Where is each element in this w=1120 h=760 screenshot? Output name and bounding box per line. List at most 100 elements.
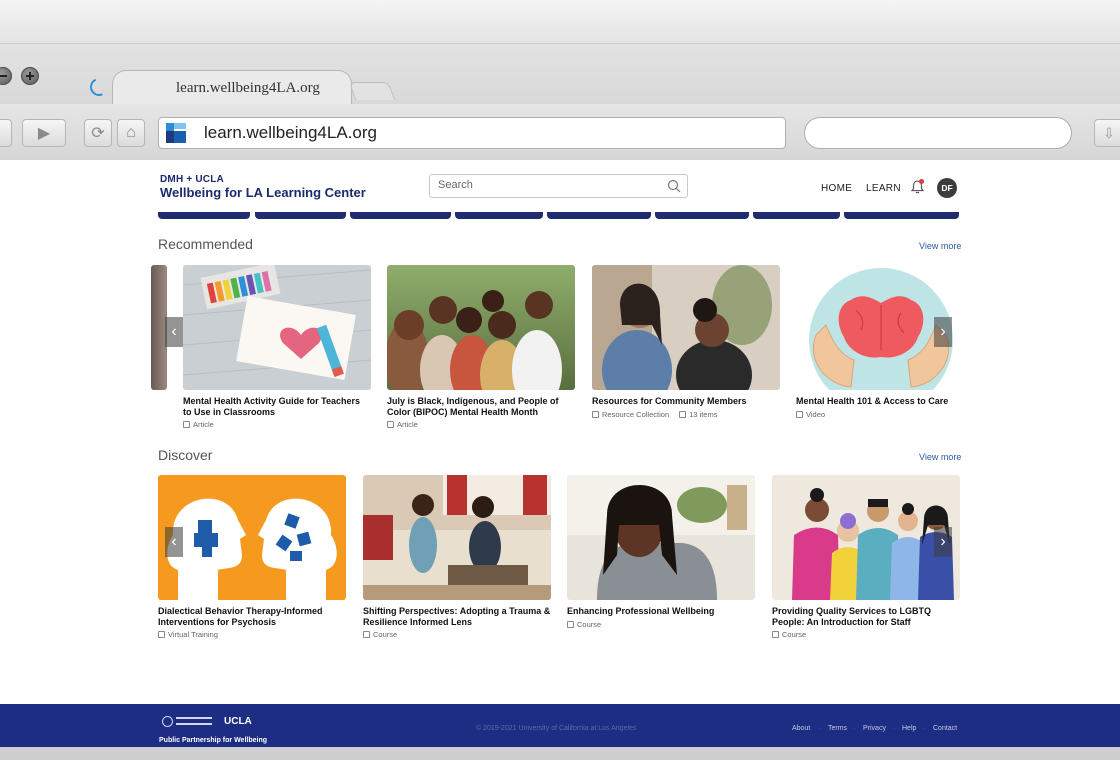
card-type: Video — [806, 409, 826, 419]
footer-tagline: Public Partnership for Wellbeing — [159, 737, 267, 744]
brand-logo[interactable]: Wellbeing for LA Learning Center — [160, 185, 366, 200]
resource-card[interactable]: Enhancing Professional Wellbeing Course — [567, 475, 755, 629]
card-type: Course — [782, 630, 807, 639]
category-tab[interactable] — [158, 212, 250, 219]
home-icon: ⌂ — [126, 124, 136, 141]
download-button[interactable]: ⇩ — [1094, 119, 1120, 147]
new-tab-button[interactable] — [348, 82, 396, 100]
play-forward-icon: ▶ — [37, 125, 51, 142]
card-meta: Article — [183, 420, 371, 429]
user-avatar[interactable]: DF — [937, 178, 957, 198]
browser-bottom-edge — [0, 747, 1120, 760]
card-items-count: 13 items — [689, 409, 718, 419]
footer-separator: · — [819, 725, 822, 732]
category-tab[interactable] — [753, 212, 840, 219]
card-meta: Video — [796, 410, 966, 419]
recommended-view-more-link[interactable]: View more — [919, 241, 961, 251]
footer-link-terms[interactable]: Terms — [828, 725, 847, 732]
card-title: Shifting Perspectives: Adopting a Trauma… — [363, 606, 551, 627]
footer-link-privacy[interactable]: Privacy — [863, 725, 886, 732]
footer-link-contact[interactable]: Contact — [933, 725, 957, 732]
collection-icon — [592, 410, 599, 418]
discover-prev-button[interactable]: ‹ — [165, 527, 183, 557]
article-icon — [387, 421, 394, 428]
resource-card[interactable]: Dialectical Behavior Therapy-Informed In… — [158, 475, 346, 639]
card-meta: Course — [567, 620, 755, 629]
recommended-heading: Recommended — [158, 236, 253, 252]
resource-card[interactable]: Resources for Community Members Resource… — [592, 265, 780, 419]
category-tab[interactable] — [655, 212, 749, 219]
home-button[interactable]: ⌂ — [117, 119, 145, 147]
resource-card[interactable]: July is Black, Indigenous, and People of… — [387, 265, 575, 429]
footer-copyright: © 2019-2021 University of California at … — [476, 725, 637, 732]
reload-icon: ⟳ — [91, 125, 105, 142]
discover-heading: Discover — [158, 447, 213, 463]
article-icon — [183, 421, 190, 428]
card-image — [387, 265, 575, 390]
dmh-logo[interactable] — [162, 714, 214, 728]
category-tab[interactable] — [455, 212, 543, 219]
card-type: Virtual Training — [168, 630, 218, 639]
category-tab[interactable] — [547, 212, 651, 219]
discover-next-button[interactable]: › — [934, 527, 952, 557]
course-icon — [772, 631, 779, 638]
card-title: Enhancing Professional Wellbeing — [567, 606, 715, 616]
site-search — [429, 174, 688, 198]
carousel-prev-button[interactable]: ‹ — [165, 317, 183, 347]
resource-card[interactable]: Providing Quality Services to LGBTQ Peop… — [772, 475, 960, 639]
brand-subtitle: DMH + UCLA — [160, 174, 224, 185]
card-image — [567, 475, 755, 600]
carousel-next-button[interactable]: › — [934, 317, 952, 347]
card-title: Dialectical Behavior Therapy-Informed In… — [158, 606, 323, 627]
footer-separator: · — [923, 725, 926, 732]
card-type: Course — [373, 630, 398, 639]
reload-button[interactable]: ⟳ — [84, 119, 112, 147]
category-tab[interactable] — [844, 212, 959, 219]
card-meta: Virtual Training — [158, 630, 346, 639]
nav-learn-link[interactable]: LEARN — [866, 183, 901, 194]
category-tab[interactable] — [255, 212, 346, 219]
resource-card[interactable]: Shifting Perspectives: Adopting a Trauma… — [363, 475, 551, 639]
card-type: Course — [577, 619, 602, 629]
card-image — [772, 475, 960, 600]
card-type: Resource Collection — [602, 409, 670, 419]
card-meta: Course — [363, 630, 551, 639]
card-title: Mental Health Activity Guide for Teacher… — [183, 396, 361, 417]
back-button[interactable] — [0, 119, 12, 147]
items-grid-icon — [679, 410, 687, 418]
card-title: Resources for Community Members — [592, 396, 747, 406]
virtual-training-icon — [158, 631, 165, 638]
footer-link-help[interactable]: Help — [902, 725, 916, 732]
course-icon — [363, 631, 370, 638]
url-text: learn.wellbeing4LA.org — [204, 123, 377, 142]
discover-view-more-link[interactable]: View more — [919, 452, 961, 462]
browser-search-field[interactable] — [804, 117, 1072, 149]
ucla-logo[interactable]: UCLA — [224, 716, 252, 727]
nav-home-link[interactable]: HOME — [821, 183, 852, 194]
maximize-window-button[interactable] — [21, 67, 39, 85]
dmh-wordmark-icon — [176, 717, 212, 725]
video-icon — [796, 410, 803, 418]
card-image — [363, 475, 551, 600]
county-seal-icon — [162, 715, 173, 727]
category-tab[interactable] — [350, 212, 451, 219]
tab-title: learn.wellbeing4LA.org — [176, 80, 320, 96]
course-icon — [567, 620, 574, 628]
card-title: July is Black, Indigenous, and People of… — [387, 396, 559, 417]
search-input[interactable] — [438, 179, 658, 191]
card-image — [183, 265, 371, 390]
card-type: Article — [193, 420, 214, 429]
forward-button[interactable]: ▶ — [22, 119, 66, 147]
card-image — [158, 475, 346, 600]
card-meta: Resource Collection 13 items — [592, 410, 780, 419]
card-title: Mental Health 101 & Access to Care — [796, 396, 949, 406]
card-meta: Article — [387, 420, 575, 429]
resource-card[interactable]: Mental Health Activity Guide for Teacher… — [183, 265, 371, 429]
footer-separator: · — [893, 725, 896, 732]
card-meta: Course — [772, 630, 960, 639]
title-bar — [0, 0, 1120, 44]
card-type: Article — [397, 420, 418, 429]
footer-link-about[interactable]: About — [792, 725, 810, 732]
search-icon[interactable] — [667, 179, 681, 193]
site-favicon-icon — [164, 121, 188, 145]
